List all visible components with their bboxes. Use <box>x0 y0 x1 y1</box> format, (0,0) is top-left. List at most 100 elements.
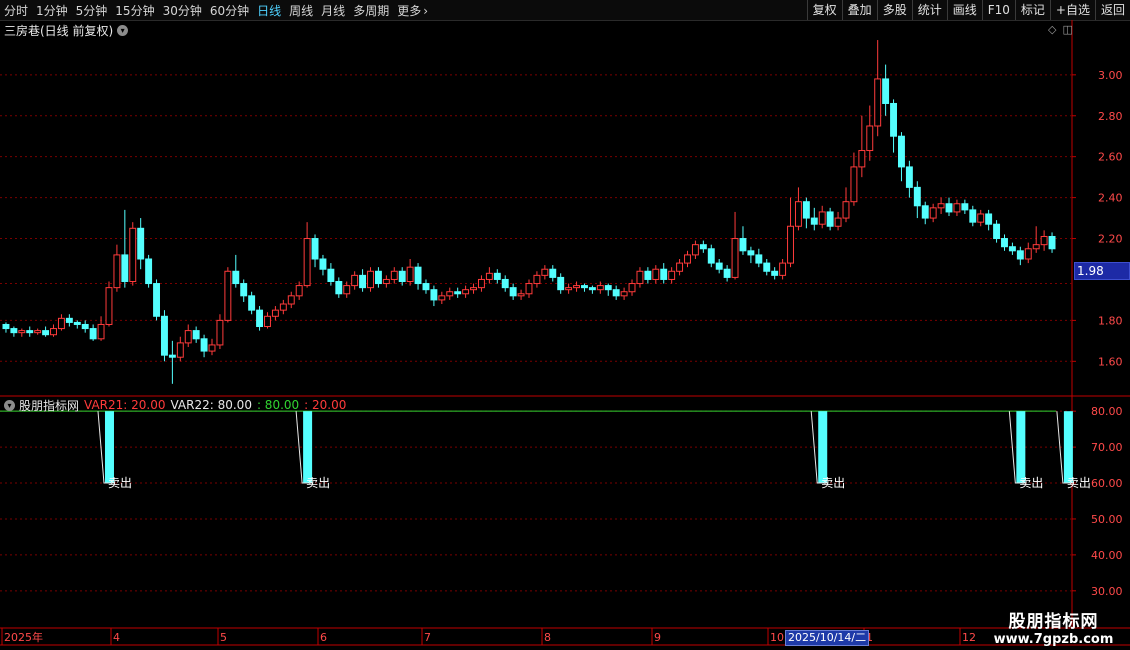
candle-up <box>676 262 684 272</box>
ind-tick-label: 70.00 <box>1091 441 1123 454</box>
sell-signal-label: 卖出 <box>1067 476 1091 490</box>
candle-down <box>26 330 34 334</box>
candle-up <box>462 289 470 295</box>
candle-down <box>89 328 97 340</box>
candle-down <box>747 250 755 256</box>
indicator-name: 股朋指标网 <box>19 398 80 413</box>
candle-up <box>596 285 604 291</box>
candle-down <box>327 268 335 283</box>
candle-down <box>168 354 176 358</box>
price-tick-label: 2.20 <box>1098 233 1123 246</box>
candle-down <box>398 270 406 283</box>
candle-down <box>557 276 565 291</box>
candle-down <box>644 270 652 280</box>
date-tick-label: 6 <box>320 631 327 644</box>
watermark: 股朋指标网 www.7gpzb.com <box>981 607 1126 647</box>
price-tick-label: 3.00 <box>1098 69 1123 82</box>
candle-up <box>34 330 42 334</box>
candle-up <box>1040 235 1048 246</box>
candle-down <box>153 283 160 317</box>
candle-down <box>549 268 557 278</box>
candle-up <box>794 201 802 227</box>
candle-up <box>731 238 739 278</box>
candle-down <box>81 323 89 330</box>
candle-down <box>588 287 596 291</box>
chevron-down-icon[interactable]: ▾ <box>117 24 129 36</box>
candle-down <box>810 217 818 225</box>
candle-up <box>113 254 121 289</box>
candle-down <box>969 209 977 223</box>
candle-down <box>137 227 145 260</box>
panel-toggle-icon[interactable]: ◫ <box>1062 23 1072 36</box>
candle-down <box>501 278 509 289</box>
candle-down <box>240 283 248 297</box>
candle-up <box>684 254 691 264</box>
candle-down <box>359 274 367 289</box>
sell-signal-label: 卖出 <box>108 476 132 490</box>
candle-up <box>636 270 644 285</box>
candle-down <box>890 102 898 137</box>
candle-down <box>65 317 73 323</box>
crosshair-date-label: 2025/10/14/二 <box>785 630 870 646</box>
candle-down <box>1016 250 1024 260</box>
candle-up <box>977 213 985 223</box>
line80-label: : 80.00 <box>256 398 300 412</box>
candle-down <box>905 166 913 188</box>
candle-up <box>367 270 374 289</box>
sell-signal-bar <box>818 411 828 484</box>
candle-down <box>73 321 81 325</box>
candle-down <box>232 270 240 285</box>
candle-up <box>438 295 446 301</box>
price-tick-label: 2.40 <box>1098 192 1123 205</box>
candle-up <box>208 344 216 352</box>
candle-up <box>652 268 660 280</box>
candle-down <box>493 272 501 280</box>
diamond-icon[interactable]: ◇ <box>1048 23 1056 36</box>
candle-down <box>422 283 430 291</box>
candle-down <box>612 289 620 297</box>
candle-down <box>10 328 18 334</box>
var21-label: VAR21: 20.00 <box>84 398 166 412</box>
candle-up <box>477 278 485 289</box>
candle-up <box>620 291 628 297</box>
date-tick-label: 12 <box>962 631 976 644</box>
current-price-tag: 1.98 <box>1074 262 1130 280</box>
candle-up <box>573 285 581 289</box>
candle-down <box>961 203 969 211</box>
sell-signal-bar <box>1016 411 1026 484</box>
ind-tick-label: 30.00 <box>1091 585 1123 598</box>
date-tick-label: 2025年 <box>4 630 43 644</box>
candle-down <box>826 211 834 227</box>
stock-title: 三房巷(日线 前复权) <box>4 23 114 38</box>
candle-down <box>993 223 1001 240</box>
sell-signal-bar <box>104 411 114 484</box>
date-tick-label: 4 <box>113 631 120 644</box>
candle-down <box>121 254 129 283</box>
candle-up <box>295 285 303 297</box>
candle-down <box>200 338 208 352</box>
candle-down <box>192 330 200 340</box>
candle-up <box>691 244 699 256</box>
candle-down <box>581 285 588 289</box>
candle-up <box>287 295 295 305</box>
candle-up <box>937 203 945 209</box>
watermark-url: www.7gpzb.com <box>993 632 1114 647</box>
candle-down <box>2 323 10 330</box>
candle-down <box>755 254 763 264</box>
date-tick-label: 5 <box>220 631 227 644</box>
date-tick-label: 9 <box>654 631 661 644</box>
candle-down <box>414 266 422 285</box>
candle-up <box>390 270 398 280</box>
chevron-down-icon[interactable]: ▾ <box>4 399 15 411</box>
candle-down <box>335 281 343 295</box>
sell-signal-bar <box>303 411 313 484</box>
ind-tick-label: 60.00 <box>1091 477 1123 490</box>
candle-down <box>374 270 382 285</box>
candle-down <box>715 262 723 270</box>
candle-up <box>858 150 866 168</box>
kline-chart[interactable]: 3.00 2.80 2.60 2.40 2.20 1.80 1.60 80.00 70.00 60… <box>0 0 1130 650</box>
candle-down <box>311 238 319 260</box>
ind-tick-label: 50.00 <box>1091 513 1123 526</box>
candle-down <box>985 213 993 225</box>
candle-up <box>129 227 137 283</box>
